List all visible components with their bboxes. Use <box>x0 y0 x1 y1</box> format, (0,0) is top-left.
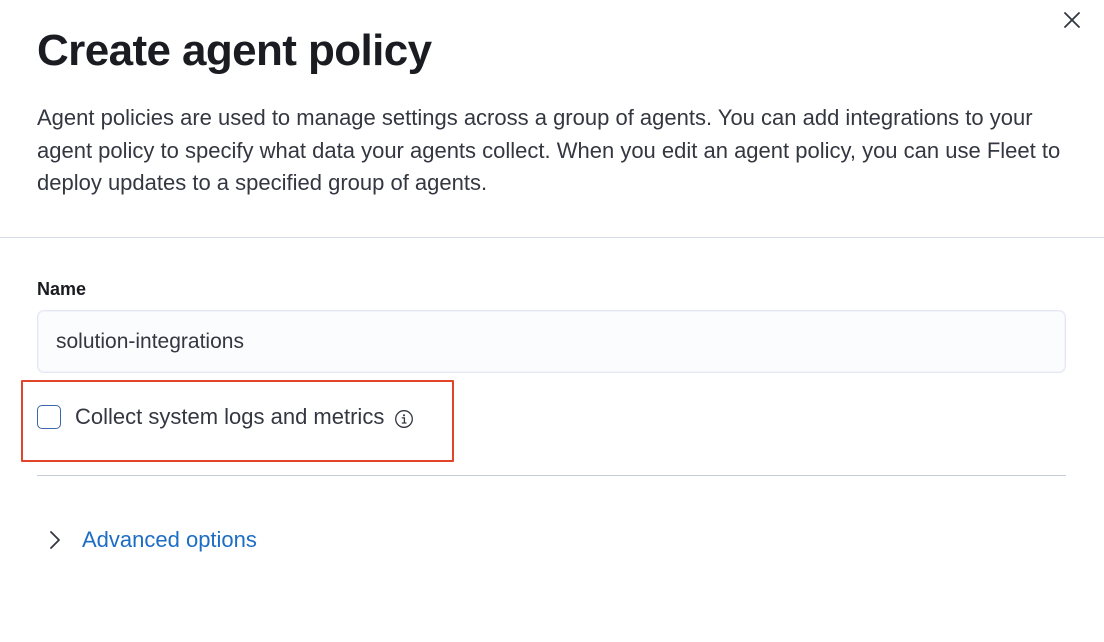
advanced-options-link[interactable]: Advanced options <box>82 524 257 556</box>
header-divider <box>0 237 1104 238</box>
section-divider <box>37 475 1066 476</box>
collect-system-logs-checkbox[interactable] <box>37 405 61 429</box>
collect-system-logs-label[interactable]: Collect system logs and metrics <box>75 402 384 432</box>
close-icon <box>1064 12 1080 28</box>
page-title: Create agent policy <box>37 26 432 75</box>
close-button[interactable] <box>1058 6 1086 34</box>
name-field-label: Name <box>37 279 87 299</box>
page-description: Agent policies are used to manage settin… <box>37 105 1061 195</box>
chevron-right-icon[interactable] <box>44 529 66 551</box>
info-circle-icon[interactable] <box>393 408 415 430</box>
name-input[interactable] <box>37 310 1066 373</box>
collect-system-logs-row: Collect system logs and metrics <box>37 402 415 432</box>
advanced-options-toggle[interactable]: Advanced options <box>44 524 257 556</box>
create-agent-policy-flyout: Create agent policy Agent policies are u… <box>0 0 1104 642</box>
